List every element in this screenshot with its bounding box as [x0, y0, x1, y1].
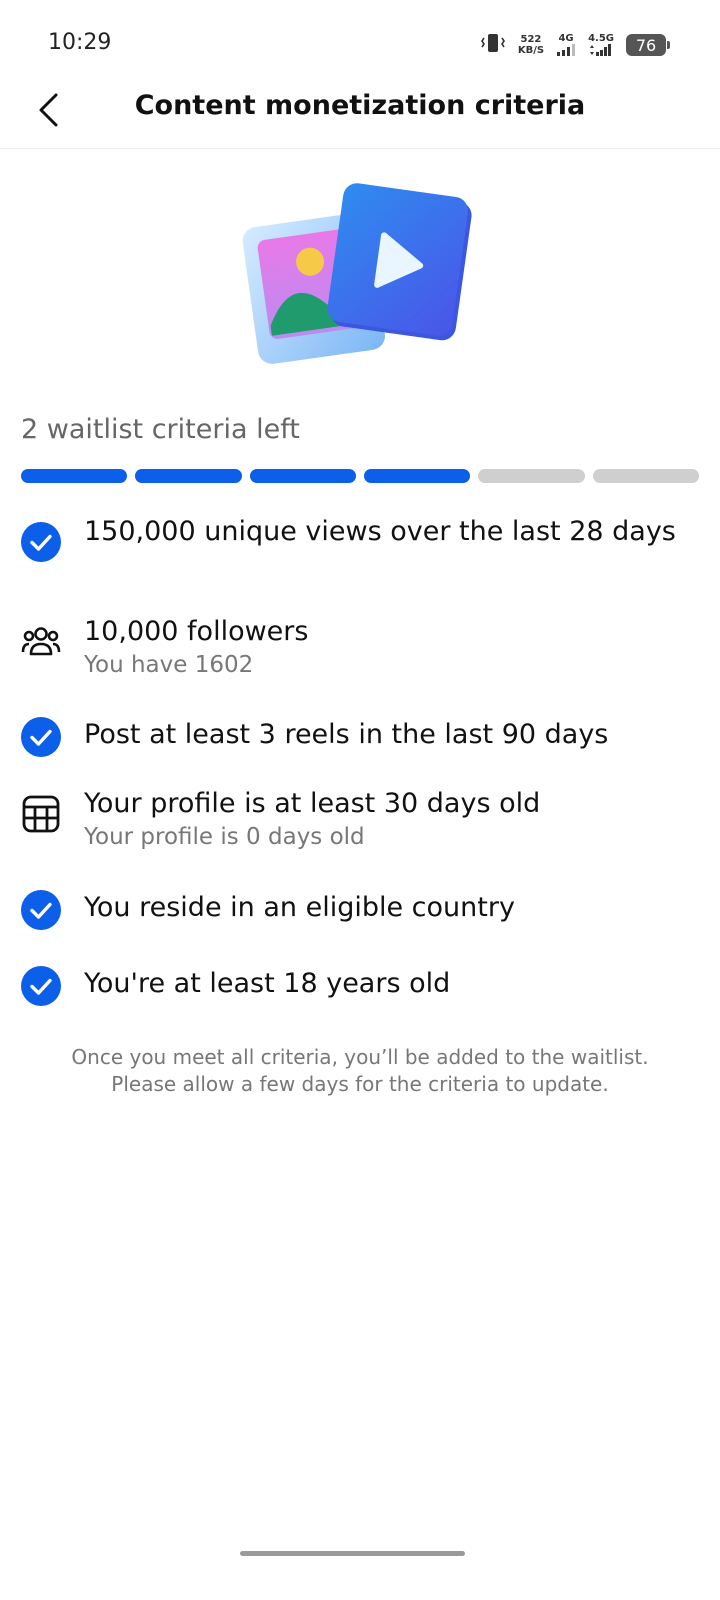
signal-45g: 4.5G [588, 34, 614, 56]
progress-segment-complete [21, 469, 128, 483]
net-speed-unit: KB/S [517, 45, 545, 56]
battery-level: 76 [635, 35, 657, 55]
criterion-text: Your profile is at least 30 days old You… [84, 786, 684, 853]
status-icons: 522 KB/S 4G 4.5G 76 [480, 32, 670, 58]
criterion-subtitle: Your profile is 0 days old [84, 824, 365, 850]
status-time: 10:29 [48, 30, 112, 55]
criterion-title: Post at least 3 reels in the last 90 day… [84, 719, 609, 750]
waitlist-footnote: Once you meet all criteria, you’ll be ad… [20, 1044, 700, 1098]
signal-4g-label: 4G [558, 33, 574, 44]
vibrate-icon [480, 32, 506, 58]
criterion-text: 150,000 unique views over the last 28 da… [84, 514, 684, 549]
check-circle-icon [21, 522, 61, 562]
criterion-text: Post at least 3 reels in the last 90 day… [84, 717, 684, 752]
progress-segment-complete [363, 469, 471, 483]
signal-4g: 4G [556, 34, 576, 56]
progress-segment-incomplete [592, 469, 699, 483]
footnote-line-2: Please allow a few days for the criteria… [111, 1072, 609, 1096]
criterion-title: You're at least 18 years old [84, 968, 451, 999]
criterion-subtitle: You have 1602 [84, 652, 254, 678]
criteria-left-label: 2 waitlist criteria left [21, 414, 300, 445]
signal-bars-icon [557, 44, 576, 56]
people-icon [21, 622, 61, 662]
waitlist-progress-bar [21, 469, 699, 483]
footnote-line-1: Once you meet all criteria, you’ll be ad… [71, 1045, 649, 1069]
monetization-illustration [240, 180, 480, 380]
criterion-title: You reside in an eligible country [84, 892, 515, 923]
page-title: Content monetization criteria [134, 90, 586, 121]
home-indicator[interactable] [240, 1551, 465, 1556]
progress-segment-complete [135, 469, 242, 483]
criterion-text: 10,000 followers You have 1602 [84, 614, 684, 681]
check-circle-icon [21, 966, 61, 1006]
network-speed: 522 KB/S [518, 34, 544, 56]
progress-segment-incomplete [478, 469, 585, 483]
criterion-text: You're at least 18 years old [84, 966, 684, 1001]
signal-45g-label: 4.5G [588, 33, 614, 44]
criterion-text: You reside in an eligible country [84, 890, 684, 925]
net-speed-value: 522 [520, 34, 542, 45]
criterion-title: 10,000 followers [84, 616, 309, 647]
header: Content monetization criteria [0, 72, 720, 149]
progress-segment-complete [249, 469, 356, 483]
check-circle-icon [21, 890, 61, 930]
battery-icon: 76 [626, 34, 670, 56]
check-circle-icon [21, 717, 61, 757]
calendar-icon [21, 794, 61, 834]
criterion-title: Your profile is at least 30 days old [84, 788, 541, 819]
criterion-title: 150,000 unique views over the last 28 da… [84, 516, 676, 547]
signal-bars-icon [590, 44, 612, 56]
